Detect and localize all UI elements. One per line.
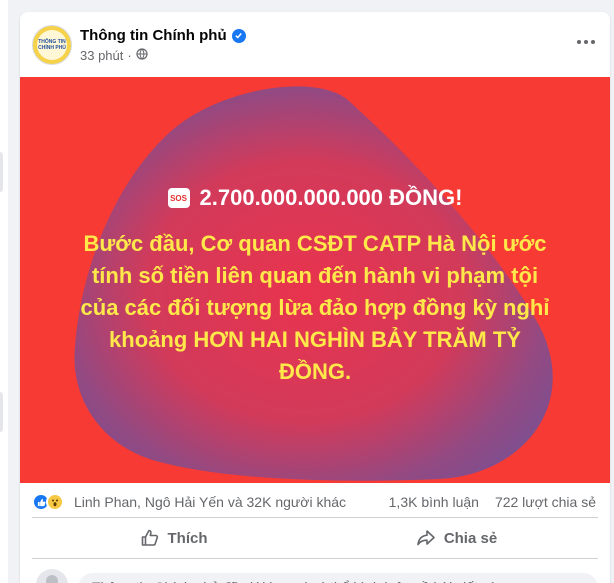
user-avatar[interactable] [36,569,68,583]
sidebar-notch [0,392,3,432]
avatar-logo-text: THÔNG TIN CHÍNH PHỦ [37,30,67,60]
body-line: của các đối tượng lừa đảo hợp đồng kỳ ng… [80,295,550,320]
divider [32,558,598,559]
body-line: tính số tiền liên quan đến hành vi phạm … [91,263,539,288]
headline: SOS 2.700.000.000.000 ĐỒNG! [20,185,610,211]
comments-count[interactable]: 1,3K bình luận [389,494,479,510]
thumbs-up-icon [141,529,158,546]
separator-dot: · [127,48,132,63]
left-sidebar-edge [0,0,8,583]
body-line: ĐỒNG. [278,359,352,384]
reaction-names[interactable]: Linh Phan, Ngô Hải Yến và 32K người khác [74,494,346,510]
reaction-icons[interactable] [32,493,64,511]
post-meta: 33 phút · [80,48,148,63]
page-name[interactable]: Thông tin Chính phủ [80,27,246,44]
more-options-icon[interactable] [574,32,598,52]
divider [32,517,598,518]
share-button-label: Chia sẻ [443,529,498,547]
sos-icon: SOS [167,188,190,208]
verified-badge-icon [231,28,246,43]
post-actions: Thích Chia sẻ [32,520,598,556]
headline-text: 2.700.000.000.000 ĐỒNG! [199,185,463,210]
post-time[interactable]: 33 phút [80,48,123,63]
reactions-bar: Linh Phan, Ngô Hải Yến và 32K người khác… [32,492,598,514]
engagement-counts: 1,3K bình luận 722 lượt chia sẻ [389,494,596,510]
image-body-text: Bước đầu, Cơ quan CSĐT CATP Hà Nội ước t… [50,228,580,388]
shares-count[interactable]: 722 lượt chia sẻ [495,494,596,510]
like-button[interactable]: Thích [32,520,315,556]
share-button[interactable]: Chia sẻ [315,520,598,556]
share-arrow-icon [417,530,435,546]
wow-reaction-icon [46,493,64,511]
sidebar-notch [0,152,3,192]
post-card: THÔNG TIN CHÍNH PHỦ Thông tin Chính phủ … [20,12,610,583]
page-name-label[interactable]: Thông tin Chính phủ [80,27,227,44]
globe-icon[interactable] [136,48,148,63]
body-line: Bước đầu, Cơ quan CSĐT CATP Hà Nội ước [83,231,547,256]
post-image[interactable]: SOS 2.700.000.000.000 ĐỒNG! Bước đầu, Cơ… [20,77,610,483]
body-line: khoảng HƠN HAI NGHÌN BẢY TRĂM TỶ [109,327,521,352]
comment-restricted-notice: Thông tin Chính phủ đã giới hạn ai có th… [78,573,598,583]
like-button-label: Thích [167,529,208,547]
page-avatar[interactable]: THÔNG TIN CHÍNH PHỦ [32,25,72,65]
comment-composer: Thông tin Chính phủ đã giới hạn ai có th… [32,567,598,583]
